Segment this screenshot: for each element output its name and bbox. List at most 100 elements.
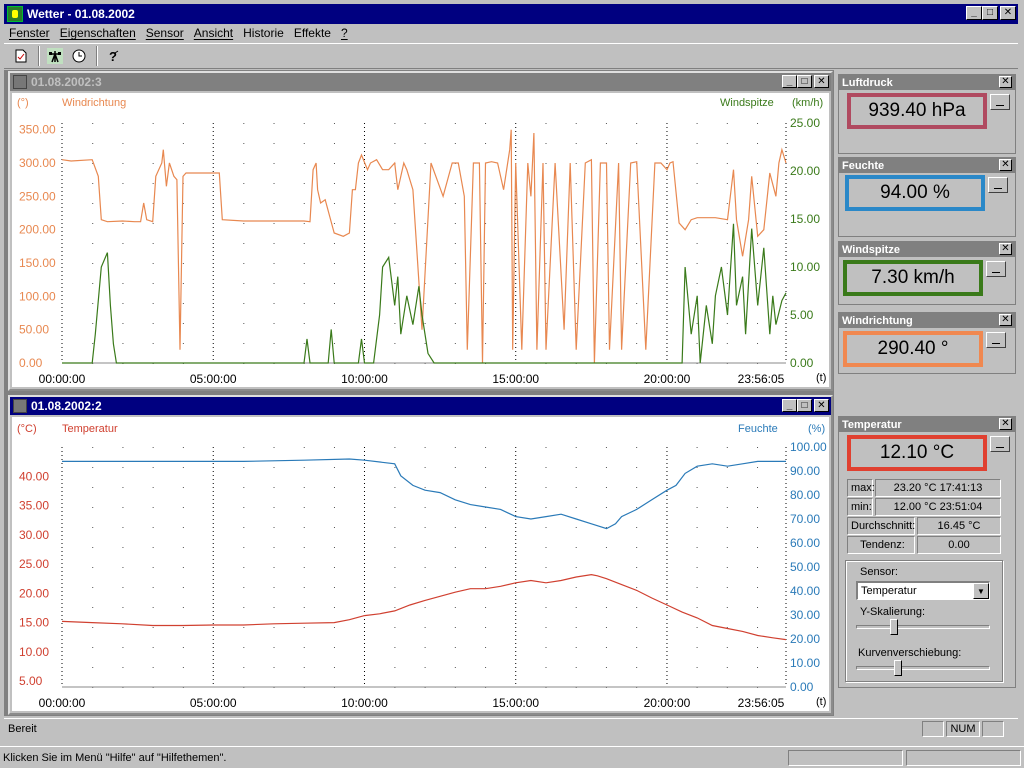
close-button[interactable]: ✕ <box>1000 6 1016 20</box>
menu-eigenschaften[interactable]: Eigenschaften <box>55 26 141 40</box>
grid-dot <box>333 587 335 588</box>
grid-dot <box>454 343 456 344</box>
feuchte-panel-title-bar[interactable]: Feuchte ✕ <box>839 158 1015 173</box>
temperatur-panel-title-bar[interactable]: Temperatur ✕ <box>839 417 1015 432</box>
right-tick-label: 100.00 <box>790 440 827 454</box>
grid-dot <box>424 567 426 568</box>
grid-dot <box>394 567 396 568</box>
grid-dot <box>757 343 759 344</box>
x-tick-label: 05:00:00 <box>190 372 237 386</box>
grid-dot <box>182 567 184 568</box>
series-line-temperatur <box>61 573 787 641</box>
minimize-button[interactable] <box>988 177 1008 193</box>
clock-icon[interactable] <box>68 45 90 67</box>
minimize-button[interactable] <box>990 94 1010 110</box>
menu-help[interactable]: ? <box>336 26 353 40</box>
wind-chart-window[interactable]: 01.08.2002:3 _ □ ✕ (°) Windrichtung Wind… <box>8 71 833 391</box>
x-tick-label: 10:00:00 <box>341 372 388 386</box>
tower-icon[interactable] <box>44 45 66 67</box>
windrichtung-panel-title-bar[interactable]: Windrichtung ✕ <box>839 313 1015 328</box>
grid-dot <box>92 303 94 304</box>
x-tick-label: 10:00:00 <box>341 696 388 710</box>
left-tick-label: 0.00 <box>19 356 43 370</box>
grid-dot <box>424 447 426 448</box>
close-button[interactable]: ✕ <box>814 75 829 88</box>
grid-dot <box>454 447 456 448</box>
new-doc-icon[interactable] <box>10 45 32 67</box>
close-button[interactable]: ✕ <box>999 418 1012 430</box>
menu-fenster[interactable]: Fenster <box>4 26 55 40</box>
grid-dot <box>273 203 275 204</box>
grid-dot <box>696 567 698 568</box>
grid-dot <box>333 447 335 448</box>
maximize-button[interactable]: □ <box>797 75 812 88</box>
grid-dot <box>726 547 728 548</box>
right-tick-label: 0.00 <box>790 356 814 370</box>
grid-dot <box>726 527 728 528</box>
grid-dot <box>333 667 335 668</box>
y-scale-slider-track[interactable] <box>856 625 990 629</box>
max-row: max: 23.20 °C 17:41:13 <box>847 479 1001 497</box>
minimize-button[interactable]: _ <box>782 75 797 88</box>
grid-dot <box>303 163 305 164</box>
menu-historie[interactable]: Historie <box>238 26 289 40</box>
feuchte-title: Feuchte <box>842 159 885 172</box>
left-tick-label: 40.00 <box>19 469 49 483</box>
grid-dot <box>757 203 759 204</box>
sensor-select[interactable]: Temperatur ▼ <box>856 581 990 600</box>
maximize-button[interactable]: □ <box>982 6 998 20</box>
grid-dot <box>696 647 698 648</box>
windrichtung-value: 290.40 ° <box>877 338 949 359</box>
minimize-button[interactable]: _ <box>782 399 797 412</box>
close-button[interactable]: ✕ <box>999 243 1012 255</box>
grid-dot <box>575 283 577 284</box>
menu-sensor[interactable]: Sensor <box>141 26 189 40</box>
close-button[interactable]: ✕ <box>814 399 829 412</box>
minimize-button[interactable] <box>986 332 1006 348</box>
app-title-bar[interactable]: Wetter - 01.08.2002 _ □ ✕ <box>4 4 1018 24</box>
right-tick-label: 10.00 <box>790 656 820 670</box>
curve-shift-slider-track[interactable] <box>856 666 990 670</box>
luftdruck-panel-title-bar[interactable]: Luftdruck ✕ <box>839 75 1015 90</box>
grid-dot <box>605 223 607 224</box>
close-button[interactable]: ✕ <box>999 76 1012 88</box>
grid-dot <box>605 143 607 144</box>
grid-dot <box>122 123 124 124</box>
menu-effekte[interactable]: Effekte <box>289 26 336 40</box>
child-window-controls: _ □ ✕ <box>782 399 829 412</box>
grid-dot <box>575 123 577 124</box>
windspitze-panel-title-bar[interactable]: Windspitze ✕ <box>839 242 1015 257</box>
grid-dot <box>122 323 124 324</box>
grid-dot <box>303 507 305 508</box>
close-button[interactable]: ✕ <box>999 314 1012 326</box>
series-line-feuchte <box>62 458 786 530</box>
grid-dot <box>545 487 547 488</box>
curve-shift-slider-thumb[interactable] <box>893 660 902 676</box>
temp-chart-window[interactable]: 01.08.2002:2 _ □ ✕ (°C) Temperatur Feuch… <box>8 395 833 715</box>
app-icon[interactable] <box>7 6 23 22</box>
maximize-button[interactable]: □ <box>797 399 812 412</box>
status-scroll-pane <box>982 721 1004 737</box>
grid-dot <box>394 607 396 608</box>
grid-dot <box>303 527 305 528</box>
temperatur-panel: Temperatur ✕ 12.10 °C max: 23.20 °C 17:4… <box>838 416 1016 688</box>
left-tick-label: 10.00 <box>19 645 49 659</box>
menu-ansicht[interactable]: Ansicht <box>189 26 238 40</box>
close-button[interactable]: ✕ <box>999 159 1012 171</box>
grid-dot <box>182 667 184 668</box>
grid-dot <box>757 627 759 628</box>
temp-chart-title-bar[interactable]: 01.08.2002:2 _ □ ✕ <box>10 397 831 415</box>
grid-dot <box>273 183 275 184</box>
minimize-button[interactable] <box>990 436 1010 452</box>
minimize-button[interactable]: _ <box>966 6 982 20</box>
minimize-button[interactable] <box>986 261 1006 277</box>
grid-dot <box>485 243 487 244</box>
y-scale-slider-thumb[interactable] <box>890 619 899 635</box>
grid-dot <box>333 283 335 284</box>
chevron-down-icon[interactable]: ▼ <box>973 583 989 599</box>
grid-dot <box>696 283 698 284</box>
grid-dot <box>757 587 759 588</box>
wind-chart-title-bar[interactable]: 01.08.2002:3 _ □ ✕ <box>10 73 831 91</box>
grid-dot <box>303 183 305 184</box>
help-icon[interactable]: ? <box>102 45 124 67</box>
